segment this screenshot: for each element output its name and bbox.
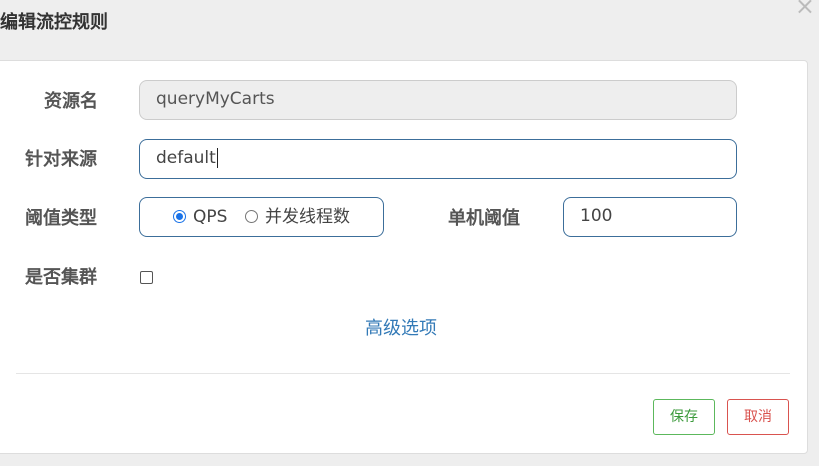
- limit-app-value: default: [156, 148, 216, 168]
- radio-thread-count[interactable]: [245, 210, 258, 223]
- resource-name-value: queryMyCarts: [156, 89, 275, 109]
- close-icon[interactable]: ×: [795, 0, 815, 18]
- limit-app-label: 针对来源: [25, 149, 97, 170]
- single-threshold-field[interactable]: 100: [563, 197, 737, 237]
- threshold-type-radio-group: QPS 并发线程数: [139, 197, 384, 237]
- save-button[interactable]: 保存: [653, 399, 715, 435]
- resource-name-field: queryMyCarts: [139, 80, 737, 120]
- radio-qps[interactable]: [173, 210, 186, 223]
- single-threshold-label: 单机阈值: [448, 208, 520, 229]
- footer-divider: [16, 373, 790, 374]
- threshold-type-label: 阈值类型: [25, 208, 97, 229]
- cancel-button[interactable]: 取消: [727, 399, 789, 435]
- cluster-checkbox[interactable]: [140, 271, 153, 284]
- resource-name-label: 资源名: [44, 91, 98, 112]
- limit-app-field[interactable]: default: [139, 139, 737, 179]
- cluster-label: 是否集群: [25, 267, 97, 288]
- dialog-title: 编辑流控规则: [0, 12, 108, 33]
- single-threshold-value: 100: [580, 206, 613, 226]
- advanced-options-link[interactable]: 高级选项: [365, 314, 437, 340]
- radio-thread-count-label[interactable]: 并发线程数: [265, 206, 350, 228]
- text-cursor: [216, 148, 218, 168]
- radio-qps-label[interactable]: QPS: [193, 206, 227, 228]
